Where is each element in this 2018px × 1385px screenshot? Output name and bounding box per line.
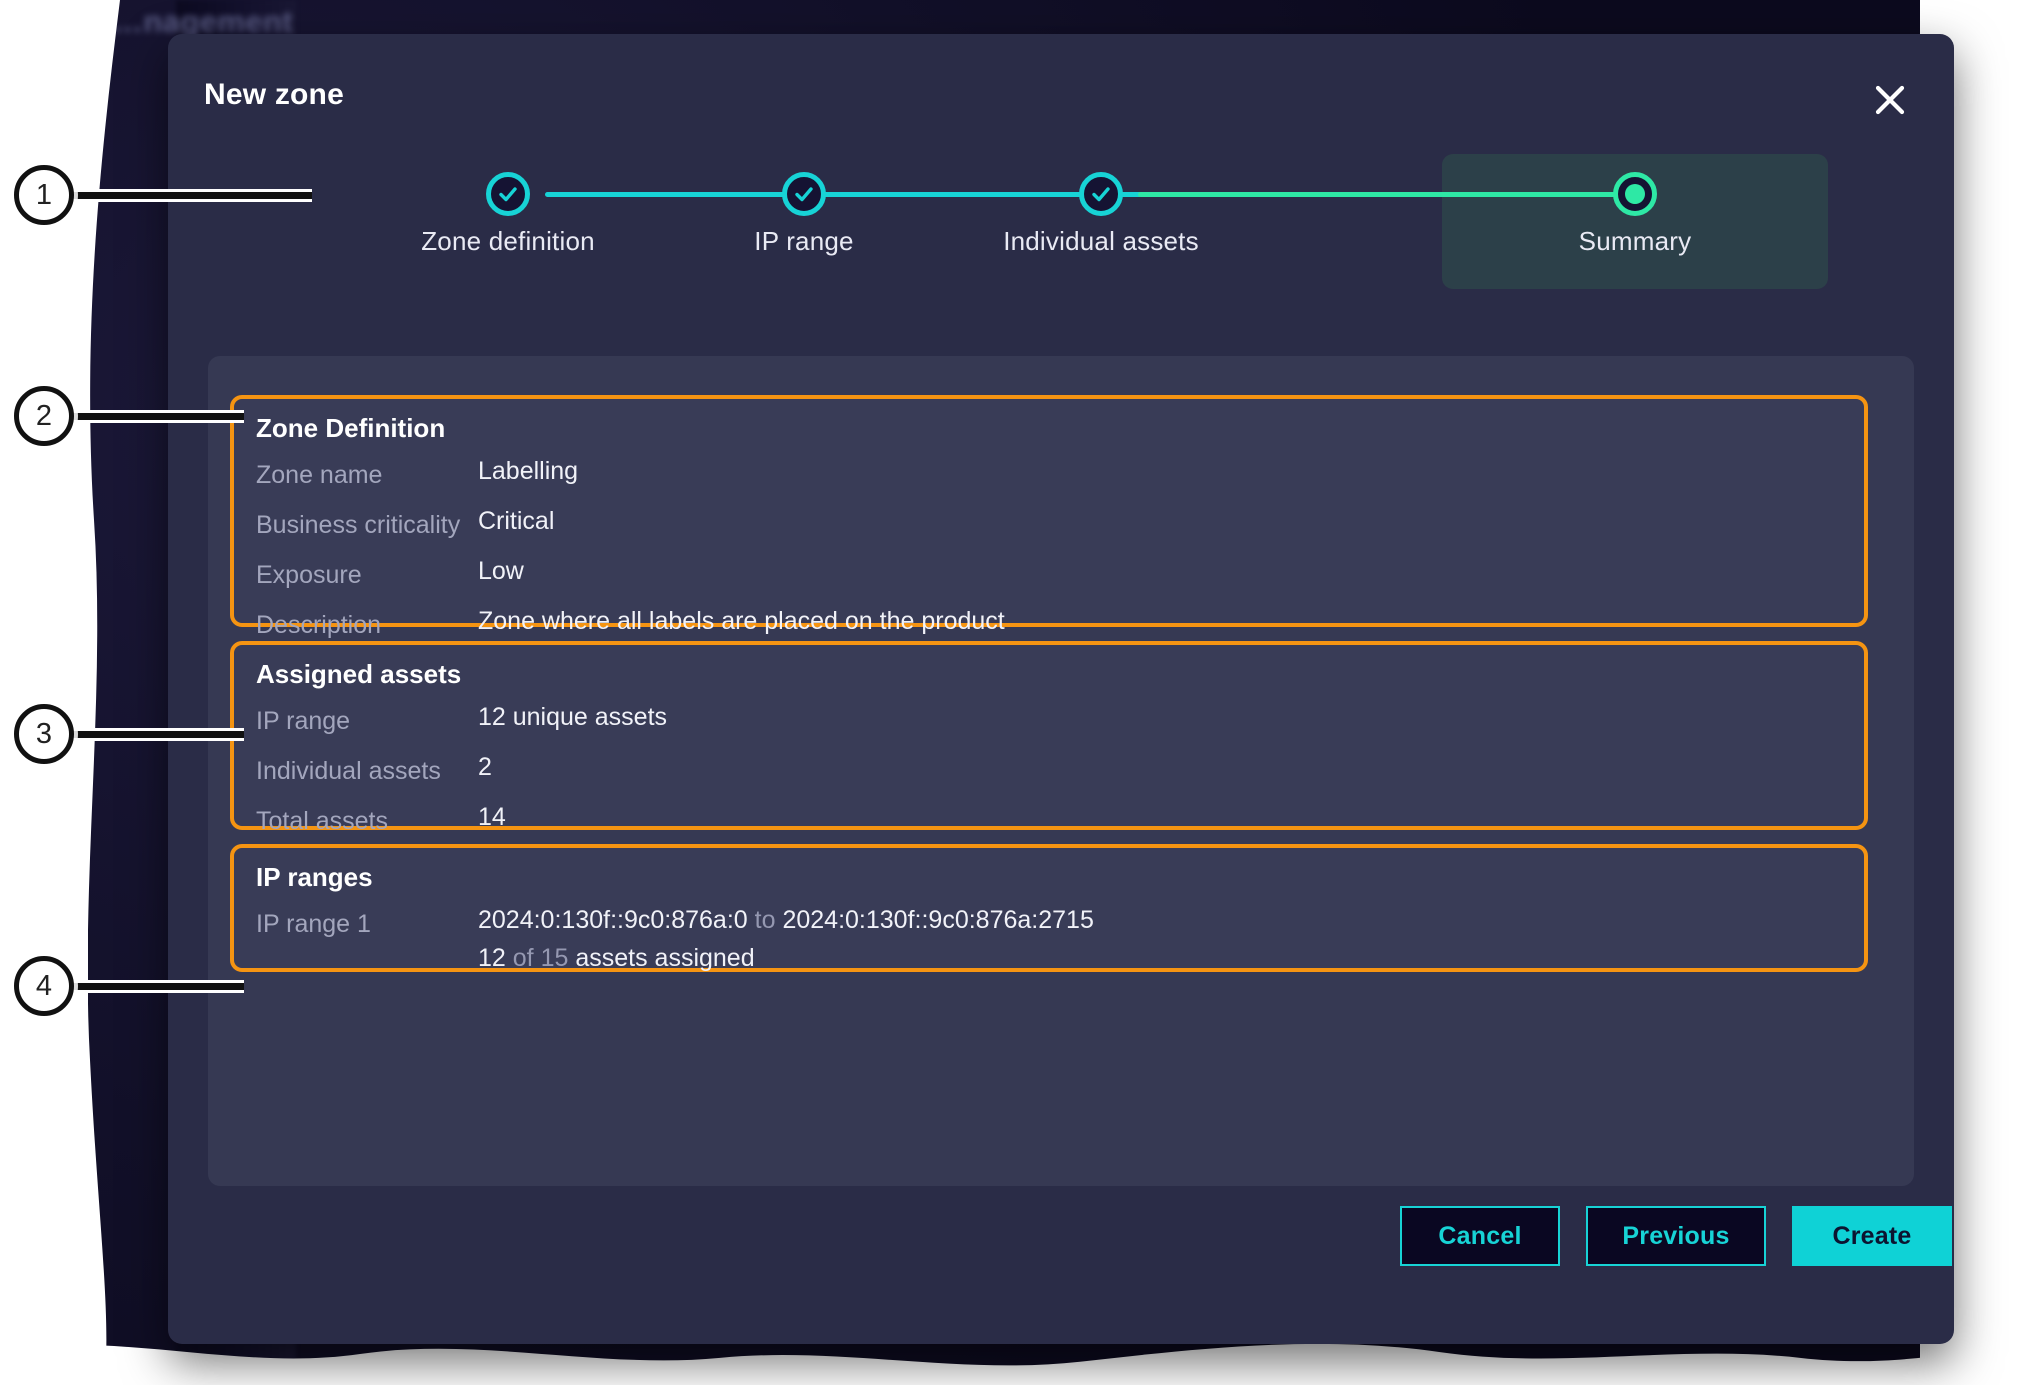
field-label: Exposure (256, 561, 362, 589)
field-value: Labelling (478, 457, 579, 485)
new-zone-modal: New zone Zone definition IP range Indivi… (168, 34, 1954, 1344)
field-value: Critical (478, 507, 555, 535)
annotation-leader-line (72, 731, 244, 738)
section-zone-definition: Zone Definition Zone name Labelling Busi… (230, 395, 1868, 639)
field-label: IP range 1 (256, 910, 371, 938)
assigned-of: of (512, 944, 534, 972)
modal-footer: Cancel Previous Create (168, 1206, 1954, 1316)
ip-range-separator: to (754, 906, 776, 934)
assigned-suffix: assets assigned (575, 944, 755, 972)
field-value: 12 unique assets (478, 703, 668, 731)
summary-content-panel: Zone Definition Zone name Labelling Busi… (208, 356, 1914, 1186)
annotation-leader-line (72, 983, 244, 990)
annotation-number: 4 (14, 956, 74, 1016)
wizard-stepper: Zone definition IP range Individual asse… (168, 154, 1954, 294)
close-icon[interactable] (1866, 76, 1914, 124)
field-label: Description (256, 611, 382, 639)
ip-range-assignment-summary: 12 of 15 assets assigned (478, 944, 755, 973)
section-ip-ranges: IP ranges IP range 1 2024:0:130f::9c0:87… (230, 844, 1868, 972)
field-value: Low (478, 557, 524, 585)
field-value: 2024:0:130f::9c0:876a:0 to 2024:0:130f::… (478, 906, 1094, 935)
dot-icon (1613, 172, 1657, 216)
field-label: Total assets (256, 807, 389, 835)
section-title: Assigned assets (256, 659, 462, 689)
stepper-label: IP range (754, 226, 854, 256)
section-assigned-assets: Assigned assets IP range 12 unique asset… (230, 641, 1868, 835)
field-value: 2 (478, 753, 492, 781)
check-icon (1079, 172, 1123, 216)
field-label: Individual assets (256, 757, 441, 785)
annotation-number: 1 (14, 165, 74, 225)
modal-title: New zone (204, 78, 344, 111)
torn-edge-top (0, 0, 2018, 22)
field-value: Zone where all labels are placed on the … (478, 607, 1005, 635)
stepper-label: Individual assets (1003, 226, 1199, 256)
check-icon (782, 172, 826, 216)
assigned-total: 15 (540, 944, 569, 972)
field-label: Zone name (256, 461, 383, 489)
annotation-number: 3 (14, 704, 74, 764)
section-title: Zone Definition (256, 413, 446, 443)
check-icon (486, 172, 530, 216)
annotation-leader-line (72, 192, 312, 199)
field-label: Business criticality (256, 511, 461, 539)
ip-range-to: 2024:0:130f::9c0:876a:2715 (782, 906, 1094, 934)
previous-button[interactable]: Previous (1586, 1206, 1766, 1266)
annotation-number: 2 (14, 386, 74, 446)
stepper-track-3 (1138, 192, 1638, 197)
annotation-leader-line (72, 413, 244, 420)
assigned-count: 12 (478, 944, 506, 972)
field-value: 14 (478, 803, 506, 831)
create-button[interactable]: Create (1792, 1206, 1952, 1266)
stepper-label: Zone definition (421, 226, 595, 256)
cancel-button[interactable]: Cancel (1400, 1206, 1560, 1266)
stepper-label: Summary (1578, 226, 1692, 256)
section-title: IP ranges (256, 862, 373, 892)
field-label: IP range (256, 707, 351, 735)
ip-range-from: 2024:0:130f::9c0:876a:0 (478, 906, 748, 934)
